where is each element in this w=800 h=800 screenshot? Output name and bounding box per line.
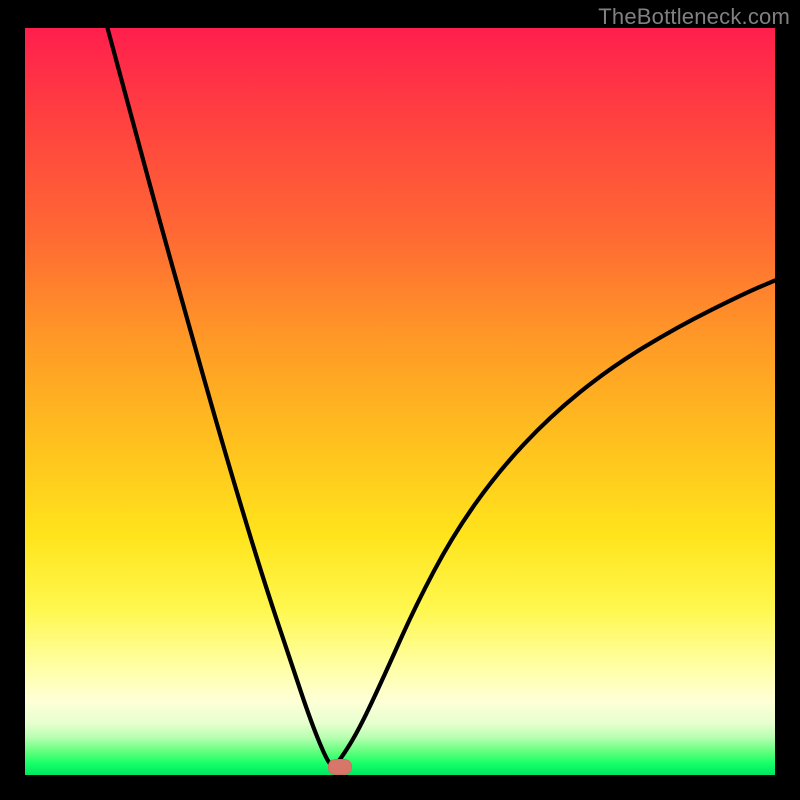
chart-frame: TheBottleneck.com xyxy=(0,0,800,800)
plot-area xyxy=(25,28,775,775)
watermark-text: TheBottleneck.com xyxy=(598,4,790,30)
bottleneck-curve xyxy=(25,28,775,775)
vertex-marker xyxy=(328,759,352,775)
